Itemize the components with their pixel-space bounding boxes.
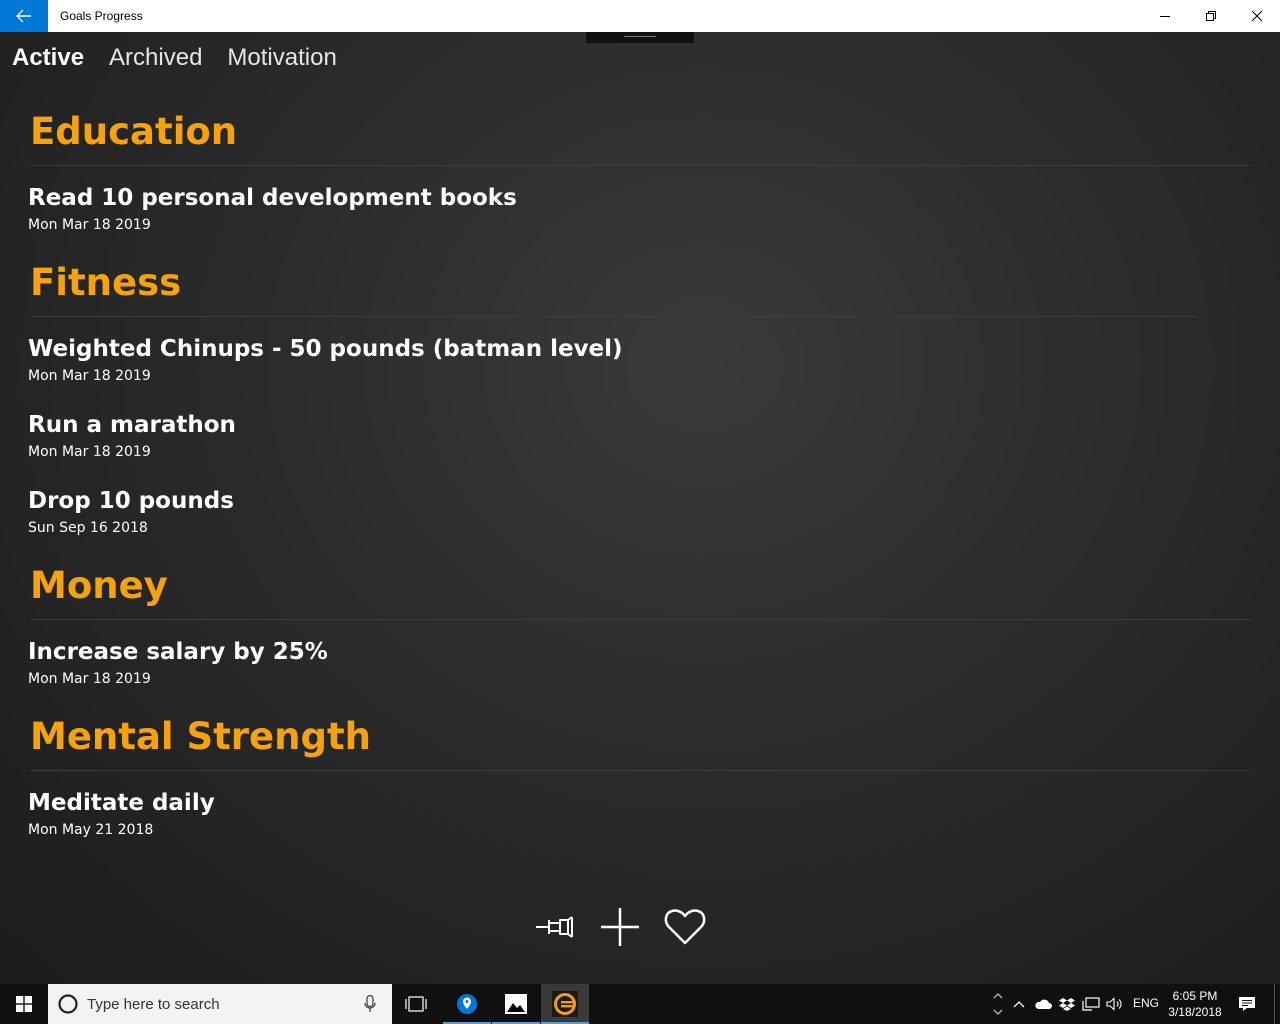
favorite-button[interactable] bbox=[660, 902, 710, 952]
close-button[interactable] bbox=[1234, 0, 1280, 32]
add-icon bbox=[601, 908, 639, 946]
window-controls bbox=[1142, 0, 1280, 32]
taskbar-app-maps[interactable] bbox=[443, 984, 491, 1024]
goal-date: Mon Mar 18 2019 bbox=[28, 368, 151, 384]
chevron-down-icon bbox=[993, 1009, 1003, 1015]
taskbar-app-goals-progress[interactable] bbox=[541, 984, 589, 1024]
goal-title[interactable]: Drop 10 pounds bbox=[28, 488, 234, 514]
goals-progress-app-icon bbox=[552, 991, 578, 1017]
cortana-icon bbox=[58, 994, 78, 1014]
goal-date: Mon Mar 18 2019 bbox=[28, 671, 151, 687]
divider bbox=[30, 770, 1250, 771]
divider bbox=[30, 316, 1196, 317]
photos-icon bbox=[505, 994, 527, 1014]
minimize-icon bbox=[1160, 16, 1170, 17]
cloud-icon bbox=[1035, 999, 1052, 1009]
taskbar-scroll[interactable] bbox=[990, 984, 1006, 1024]
tab-bar: Active Archived Motivation bbox=[12, 42, 362, 74]
clock-time: 6:05 PM bbox=[1172, 989, 1218, 1003]
minimize-button[interactable] bbox=[1142, 0, 1188, 32]
divider bbox=[30, 619, 1250, 620]
maps-icon bbox=[457, 994, 477, 1014]
start-button[interactable] bbox=[0, 984, 48, 1024]
clock-date: 3/18/2018 bbox=[1168, 1005, 1222, 1019]
language-indicator[interactable]: ENG bbox=[1133, 996, 1159, 1010]
drag-handle[interactable] bbox=[586, 32, 694, 43]
volume-tray[interactable] bbox=[1105, 984, 1125, 1024]
notification-icon bbox=[1239, 997, 1255, 1011]
goal-date: Mon Mar 18 2019 bbox=[28, 217, 151, 233]
goal-date: Sun Sep 16 2018 bbox=[28, 520, 148, 536]
back-arrow-icon bbox=[16, 9, 31, 23]
network-tray[interactable] bbox=[1081, 984, 1101, 1024]
title-bar: Goals Progress bbox=[0, 0, 1280, 32]
close-icon bbox=[1252, 11, 1262, 21]
task-view-icon bbox=[405, 996, 427, 1012]
dropbox-tray[interactable] bbox=[1058, 984, 1076, 1024]
search-placeholder: Type here to search bbox=[87, 995, 220, 1013]
show-desktop-button[interactable] bbox=[1274, 984, 1280, 1024]
tab-archived[interactable]: Archived bbox=[109, 44, 202, 72]
add-button[interactable] bbox=[595, 902, 645, 952]
category-title-fitness: Fitness bbox=[30, 261, 182, 304]
goal-title[interactable]: Meditate daily bbox=[28, 790, 215, 816]
windows-logo-icon bbox=[16, 996, 32, 1012]
restore-button[interactable] bbox=[1188, 0, 1234, 32]
goal-title[interactable]: Run a marathon bbox=[28, 412, 236, 438]
search-box[interactable]: Type here to search bbox=[48, 984, 392, 1024]
window-title: Goals Progress bbox=[60, 9, 143, 23]
heart-icon bbox=[664, 909, 706, 945]
category-title-money: Money bbox=[30, 564, 168, 607]
chevron-up-icon bbox=[1013, 1001, 1025, 1008]
app-content: Active Archived Motivation Education Rea… bbox=[0, 32, 1280, 984]
tab-active[interactable]: Active bbox=[12, 44, 84, 72]
microphone-icon[interactable] bbox=[364, 995, 376, 1013]
show-hidden-icons-button[interactable] bbox=[1010, 984, 1028, 1024]
onedrive-tray[interactable] bbox=[1032, 984, 1054, 1024]
pin-button[interactable] bbox=[530, 902, 580, 952]
command-bar bbox=[530, 902, 710, 952]
clock[interactable]: 6:05 PM 3/18/2018 bbox=[1164, 988, 1226, 1020]
pin-icon bbox=[536, 916, 573, 938]
taskbar: Type here to search ENG 6:05 PM 3/18/201… bbox=[0, 984, 1280, 1024]
volume-icon bbox=[1106, 997, 1122, 1011]
category-title-education: Education bbox=[30, 110, 238, 153]
goal-title[interactable]: Weighted Chinups - 50 pounds (batman lev… bbox=[28, 336, 623, 362]
tab-motivation[interactable]: Motivation bbox=[227, 44, 336, 72]
action-center-button[interactable] bbox=[1236, 984, 1258, 1024]
dropbox-icon bbox=[1059, 998, 1075, 1011]
network-icon bbox=[1082, 997, 1100, 1011]
taskbar-app-photos[interactable] bbox=[492, 984, 540, 1024]
back-button[interactable] bbox=[0, 0, 48, 32]
category-title-mental-strength: Mental Strength bbox=[30, 715, 372, 758]
divider bbox=[30, 165, 1250, 166]
goal-title[interactable]: Read 10 personal development books bbox=[28, 185, 517, 211]
goal-date: Mon May 21 2018 bbox=[28, 822, 154, 838]
goal-date: Mon Mar 18 2019 bbox=[28, 444, 151, 460]
restore-icon bbox=[1206, 11, 1216, 21]
task-view-button[interactable] bbox=[392, 984, 440, 1024]
chevron-up-icon bbox=[993, 993, 1003, 999]
goal-title[interactable]: Increase salary by 25% bbox=[28, 639, 328, 665]
